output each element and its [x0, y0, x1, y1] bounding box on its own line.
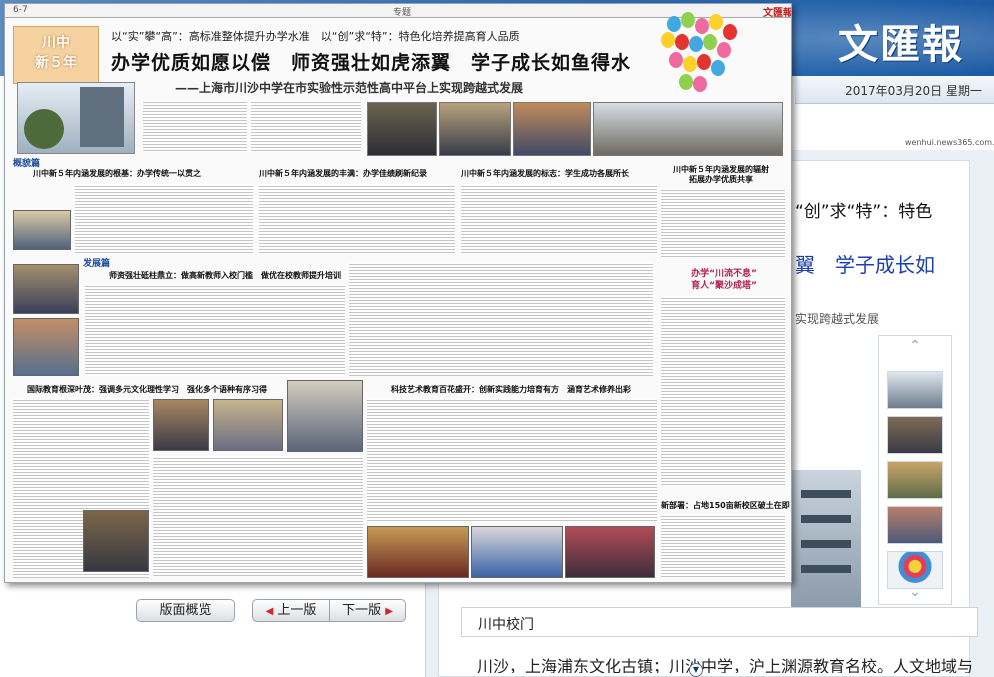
- article-body-text: 川沙，上海浦东文化古镇；川沙中学，沪上渊源教育名校。人文地域与悠久: [477, 657, 972, 673]
- text-column: [367, 398, 657, 522]
- feature-badge: 川中 新５年: [13, 26, 99, 84]
- text-column: [661, 296, 785, 486]
- text-column: [349, 262, 653, 376]
- photo-window: [801, 490, 851, 498]
- page-main-title: 办学优质如愿以偿 师资强壮如虎添翼 学子成长如鱼得水: [111, 52, 632, 74]
- school-gate-photo: [17, 82, 135, 154]
- previous-page-label: 上一版: [277, 603, 317, 618]
- page-overview-button[interactable]: 版面概览: [136, 599, 235, 622]
- page-sub-title: ——上海市川沙中学在市实验性示范性高中平台上实现跨越式发展: [175, 81, 524, 95]
- photo-window: [801, 515, 851, 523]
- page-masthead: 文匯報: [763, 8, 792, 19]
- balloon: [669, 52, 683, 68]
- photo: [13, 318, 79, 376]
- thumbnail-3[interactable]: [887, 461, 943, 499]
- article-subtitle-clip: 实现跨越式发展: [795, 312, 880, 326]
- photo: [565, 526, 655, 578]
- balloon: [709, 14, 723, 30]
- chevron-down-icon[interactable]: ⌄: [879, 584, 951, 606]
- balloon: [703, 34, 717, 50]
- headline: 川中新５年内涵发展的丰满：办学佳绩刷新纪录: [259, 169, 427, 178]
- photo: [13, 210, 71, 250]
- text-column: [661, 188, 785, 258]
- thumbnail-4[interactable]: [887, 506, 943, 544]
- text-column: [75, 184, 253, 254]
- balloon: [695, 18, 709, 34]
- photo: [213, 399, 283, 451]
- text-column: [259, 184, 455, 254]
- previous-page-button[interactable]: ◀ 上一版: [252, 599, 330, 622]
- headline: 师资强壮砥柱鼎立：做高新教师入校门槛 做优在校教师提升培训: [109, 271, 341, 280]
- photo: [367, 526, 469, 578]
- photo: [593, 102, 783, 156]
- current-date: 2017年03月20日 星期一: [845, 84, 982, 98]
- site-url: wenhui.news365.com.cn: [905, 138, 994, 147]
- photo-building: [80, 87, 124, 147]
- badge-line: 川中: [42, 35, 70, 51]
- balloon: [711, 60, 725, 76]
- photo: [287, 380, 363, 452]
- scroll-down-icon[interactable]: ▼: [689, 663, 703, 677]
- date-bar: 2017年03月20日 星期一: [795, 76, 994, 104]
- page-supra-title: 以“实”攀“高”：高标准整体提升办学水准 以“创”求“特”：特色化培养提高育人品…: [111, 30, 520, 43]
- balloon: [681, 12, 695, 28]
- section-label-development: 发展篇: [83, 259, 111, 269]
- badge-line: 新５年: [35, 55, 77, 71]
- newspaper-page[interactable]: 6-7 专题 文匯報 川中 新５年 以“实”攀“高”：高标准整体提升办学水准 以…: [4, 3, 792, 583]
- article-title-clip: 翼 学子成长如: [795, 253, 935, 277]
- balloon: [679, 74, 693, 90]
- balloon: [689, 36, 703, 52]
- thumbnail-strip: ⌃ ⌄: [878, 335, 952, 605]
- headline: 科技艺术教育百花盛开：创新实践能力培育有方 涵育艺术修养出彩: [391, 385, 631, 394]
- photo-caption: 川中校门: [478, 617, 534, 633]
- photo: [367, 102, 437, 156]
- photo-tree: [24, 109, 64, 149]
- photo-window: [801, 540, 851, 548]
- balloon: [661, 32, 675, 48]
- article-supra-title-clip: “创”求“特”：特色: [795, 202, 933, 222]
- article-photo: [791, 470, 861, 610]
- arrow-right-icon: ▶: [385, 606, 393, 617]
- text-column: [661, 514, 785, 578]
- headline: 川中新５年内涵发展的根基：办学传统一以贯之: [33, 169, 201, 178]
- photo: [471, 526, 563, 578]
- next-page-label: 下一版: [342, 603, 382, 618]
- chevron-up-icon[interactable]: ⌃: [879, 338, 951, 360]
- text-column: [251, 100, 361, 152]
- headline: 国际教育根深叶茂：强调多元文化理性学习 强化多个语种有序习得: [27, 385, 267, 394]
- text-column: [143, 100, 247, 152]
- balloons-photo: [657, 10, 747, 110]
- headline: 新部署：占地150亩新校区破土在即: [661, 501, 790, 510]
- photo: [513, 102, 591, 156]
- balloon: [667, 16, 681, 32]
- photo: [439, 102, 511, 156]
- text-column: [153, 456, 363, 576]
- text-column: [461, 184, 657, 254]
- balloon: [723, 24, 737, 40]
- thumbnail-1[interactable]: [887, 371, 943, 409]
- photo-window: [801, 565, 851, 573]
- photo-caption-box: 川中校门: [461, 607, 978, 637]
- side-slogan-line: 育人“聚沙成塔”: [691, 281, 757, 291]
- balloon: [697, 54, 711, 70]
- photo: [153, 399, 209, 451]
- page-number: 6-7: [13, 5, 28, 15]
- photo: [83, 510, 149, 572]
- headline: 拓展办学优质共享: [689, 175, 753, 184]
- balloon: [683, 56, 697, 72]
- balloon: [693, 76, 707, 92]
- text-column: [85, 284, 345, 376]
- section-label: 专题: [393, 8, 412, 18]
- headline: 川中新５年内涵发展的标志：学生成功各展所长: [461, 169, 629, 178]
- balloon: [717, 42, 731, 58]
- thumbnail-2[interactable]: [887, 416, 943, 454]
- next-page-button[interactable]: 下一版 ▶: [329, 599, 406, 622]
- photo: [13, 264, 79, 314]
- arrow-left-icon: ◀: [265, 606, 274, 617]
- site-masthead[interactable]: 文匯報: [838, 12, 964, 70]
- balloon: [675, 34, 689, 50]
